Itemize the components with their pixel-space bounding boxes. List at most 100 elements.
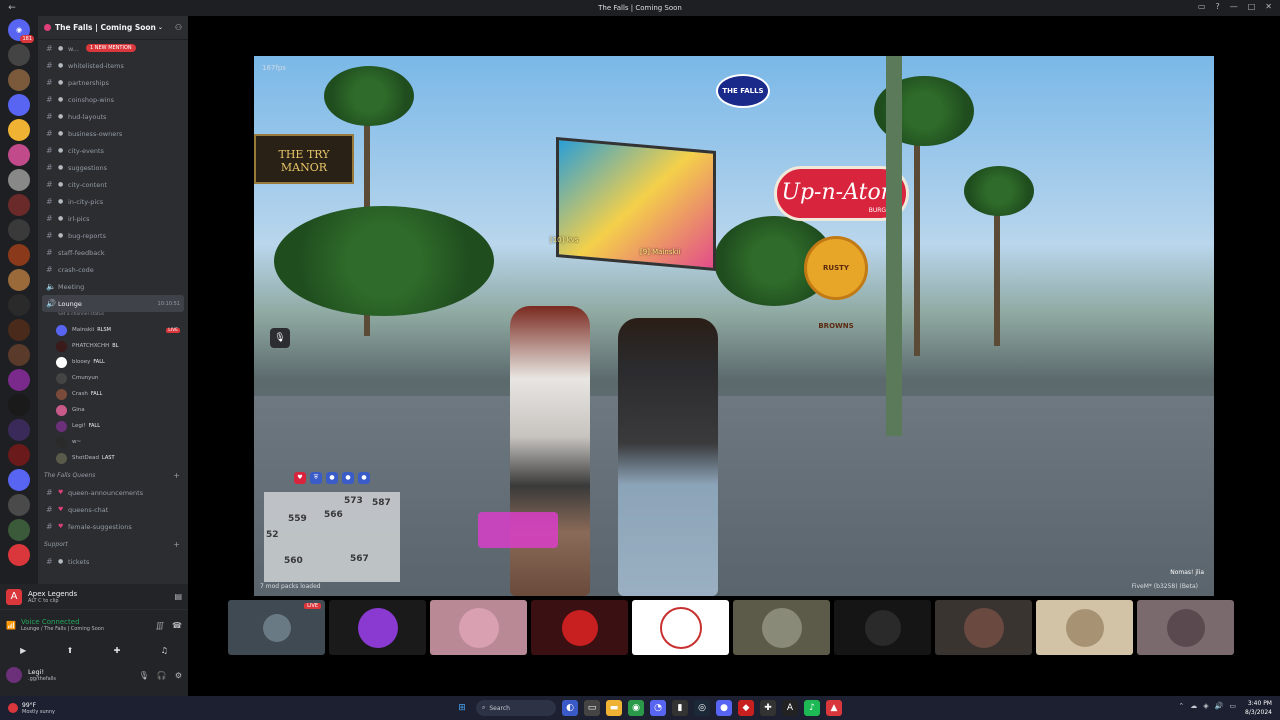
spotify-icon[interactable]: ♪ bbox=[804, 700, 820, 716]
minimize-icon[interactable]: — bbox=[1230, 2, 1238, 11]
channel-item[interactable]: # ● hud-layouts bbox=[38, 108, 188, 125]
maximize-icon[interactable]: □ bbox=[1248, 2, 1256, 11]
server-icon[interactable] bbox=[8, 69, 30, 91]
voice-user[interactable]: blooey FALL bbox=[38, 354, 188, 370]
app-icon[interactable]: ◆ bbox=[738, 700, 754, 716]
taskbar-search[interactable]: ⌕ Search bbox=[476, 700, 556, 716]
help-icon[interactable]: ? bbox=[1215, 2, 1219, 11]
channel-status[interactable]: Set a channel status bbox=[38, 312, 188, 322]
server-icon[interactable] bbox=[8, 294, 30, 316]
participant-tile[interactable] bbox=[834, 600, 931, 655]
category-header[interactable]: Support + bbox=[38, 535, 188, 553]
new-mention-badge[interactable]: 1 NEW MENTION bbox=[86, 44, 136, 52]
camera-icon[interactable]: ▶ bbox=[20, 646, 26, 655]
server-icon[interactable] bbox=[8, 94, 30, 116]
volume-icon[interactable]: 🔊 bbox=[1215, 702, 1224, 710]
server-icon[interactable] bbox=[8, 444, 30, 466]
task-view-icon[interactable]: ▭ bbox=[584, 700, 600, 716]
battery-icon[interactable]: ▭ bbox=[1229, 702, 1236, 710]
server-icon[interactable] bbox=[8, 544, 30, 566]
server-icon[interactable] bbox=[8, 119, 30, 141]
microphone-icon[interactable]: 🎙 bbox=[139, 671, 149, 680]
cloud-icon[interactable]: ☁ bbox=[1190, 702, 1197, 710]
voice-user[interactable]: ShotDead LAST bbox=[38, 450, 188, 466]
voice-user[interactable]: Mainskii RLSM LIVE bbox=[38, 322, 188, 338]
windows-start-icon[interactable]: ⊞ bbox=[454, 700, 470, 716]
server-icon[interactable] bbox=[8, 44, 30, 66]
stream-video[interactable]: THE TRY MANOR THE FALLS Up-n-Atom BURGER … bbox=[254, 56, 1214, 596]
server-icon[interactable] bbox=[8, 494, 30, 516]
signal-icon[interactable]: 📶 bbox=[6, 621, 16, 630]
file-explorer-icon[interactable]: ▬ bbox=[606, 700, 622, 716]
participant-tile[interactable] bbox=[1036, 600, 1133, 655]
channel-item[interactable]: # ● irl-pics bbox=[38, 210, 188, 227]
channel-item[interactable]: # ● coinshop-wins bbox=[38, 91, 188, 108]
disconnect-icon[interactable]: ☎ bbox=[172, 621, 182, 630]
voice-user[interactable]: w~ bbox=[38, 434, 188, 450]
plus-icon[interactable]: + bbox=[173, 540, 180, 549]
apex-icon[interactable]: ▲ bbox=[826, 700, 842, 716]
activities-icon[interactable]: ✚ bbox=[114, 646, 121, 655]
app-icon[interactable]: ● bbox=[716, 700, 732, 716]
app-icon[interactable]: A bbox=[782, 700, 798, 716]
participant-tile[interactable] bbox=[430, 600, 527, 655]
channel-item[interactable]: # ● partnerships bbox=[38, 74, 188, 91]
channel-item[interactable]: # ● in-city-pics bbox=[38, 193, 188, 210]
voice-channel-active[interactable]: 🔊 Lounge 10:10:51 bbox=[42, 295, 184, 312]
app-icon[interactable]: ✚ bbox=[760, 700, 776, 716]
server-icon[interactable] bbox=[8, 169, 30, 191]
channel-item[interactable]: # ● w... 1 NEW MENTION bbox=[38, 40, 188, 57]
discord-icon[interactable]: ◔ bbox=[650, 700, 666, 716]
participant-tile[interactable] bbox=[1137, 600, 1234, 655]
server-icon[interactable] bbox=[8, 419, 30, 441]
server-icon[interactable] bbox=[8, 219, 30, 241]
voice-user[interactable]: Legi! FALL bbox=[38, 418, 188, 434]
channel-item[interactable]: # ● city-content bbox=[38, 176, 188, 193]
channel-item[interactable]: # ● suggestions bbox=[38, 159, 188, 176]
noise-suppression-icon[interactable]: ∭ bbox=[156, 621, 164, 630]
voice-user[interactable]: PHATCHXCHH BL bbox=[38, 338, 188, 354]
steam-icon[interactable]: ◎ bbox=[694, 700, 710, 716]
add-user-icon[interactable]: ⚇ bbox=[175, 23, 182, 32]
microphone-icon[interactable]: 🎙 bbox=[270, 328, 290, 348]
chevron-up-icon[interactable]: ⌃ bbox=[1178, 702, 1184, 710]
home-icon[interactable]: ◉ 181 bbox=[8, 19, 34, 43]
participant-tile[interactable] bbox=[329, 600, 426, 655]
server-header[interactable]: The Falls | Coming Soon ⌄ ⚇ bbox=[38, 16, 188, 40]
voice-user[interactable]: Gina bbox=[38, 402, 188, 418]
participant-tile[interactable] bbox=[632, 600, 729, 655]
channel-item[interactable]: # ♥ queens-chat bbox=[38, 501, 188, 518]
voice-user[interactable]: Crash FALL bbox=[38, 386, 188, 402]
avatar[interactable] bbox=[6, 667, 22, 683]
channel-item[interactable]: # ● whitelisted-items bbox=[38, 57, 188, 74]
screen-share-icon[interactable]: ⬆ bbox=[67, 646, 74, 655]
soundboard-icon[interactable]: ♫ bbox=[161, 646, 168, 655]
settings-icon[interactable]: ⚙ bbox=[175, 671, 182, 680]
participant-tile[interactable] bbox=[531, 600, 628, 655]
channel-item[interactable]: # ● bug-reports bbox=[38, 227, 188, 244]
channel-item[interactable]: # ● business-owners bbox=[38, 125, 188, 142]
category-header[interactable]: The Falls Queens + bbox=[38, 466, 188, 484]
channel-item[interactable]: # ● tickets bbox=[38, 553, 188, 570]
taskbar-clock[interactable]: 3:40 PM 8/3/2024 bbox=[1245, 699, 1272, 717]
close-icon[interactable]: ✕ bbox=[1265, 2, 1272, 11]
server-icon[interactable] bbox=[8, 194, 30, 216]
network-icon[interactable]: ◈ bbox=[1203, 702, 1208, 710]
server-icon[interactable] bbox=[8, 469, 30, 491]
server-icon[interactable] bbox=[8, 394, 30, 416]
weather-widget[interactable]: 99°F Mostly sunny bbox=[0, 702, 55, 715]
headphones-icon[interactable]: 🎧 bbox=[157, 671, 167, 680]
voice-location[interactable]: Lounge / The Falls | Coming Soon bbox=[21, 626, 104, 632]
participant-tile[interactable]: LIVE bbox=[228, 600, 325, 655]
chrome-icon[interactable]: ◉ bbox=[628, 700, 644, 716]
app-icon[interactable]: ◐ bbox=[562, 700, 578, 716]
server-icon[interactable] bbox=[8, 369, 30, 391]
server-icon[interactable] bbox=[8, 319, 30, 341]
plus-icon[interactable]: + bbox=[173, 471, 180, 480]
server-icon[interactable] bbox=[8, 344, 30, 366]
channel-item[interactable]: # ♥ female-suggestions bbox=[38, 518, 188, 535]
participant-tile[interactable] bbox=[733, 600, 830, 655]
server-icon[interactable] bbox=[8, 269, 30, 291]
channel-item[interactable]: # ● city-events bbox=[38, 142, 188, 159]
inbox-icon[interactable]: ▭ bbox=[1198, 2, 1206, 11]
